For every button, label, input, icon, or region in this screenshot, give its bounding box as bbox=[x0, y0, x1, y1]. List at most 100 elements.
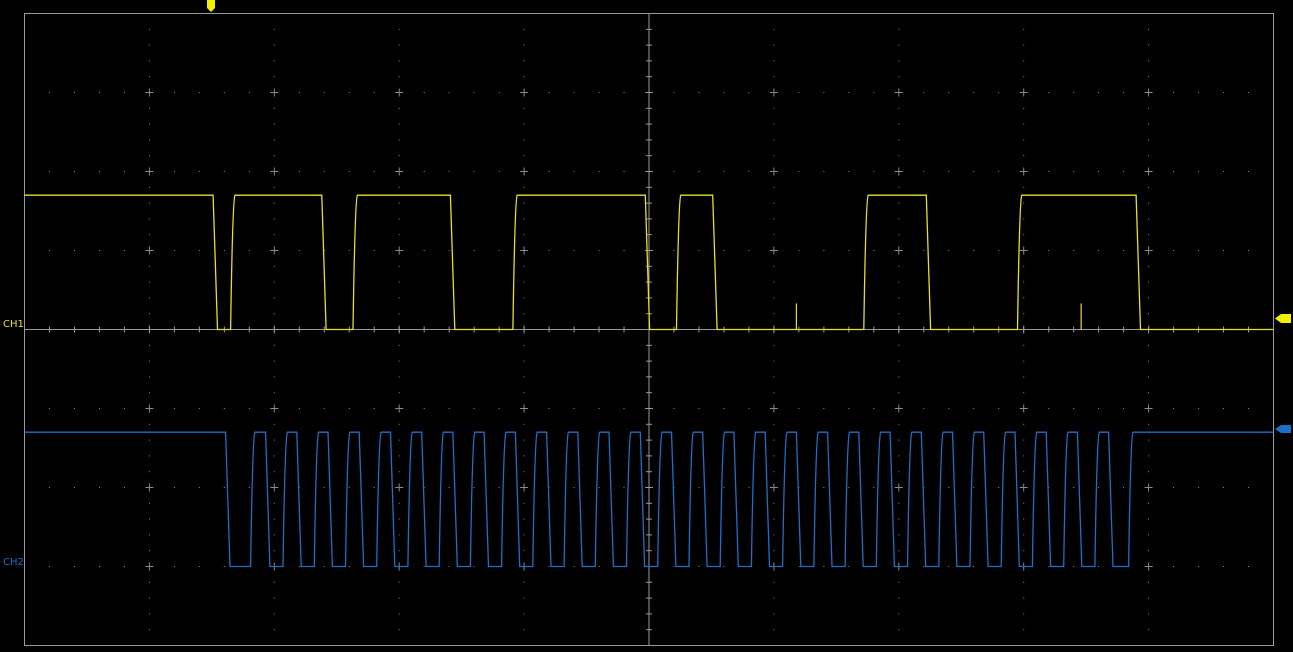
grid-dot bbox=[823, 566, 825, 567]
grid-dot bbox=[398, 581, 400, 583]
grid-dot bbox=[1148, 471, 1150, 473]
grid-dot bbox=[773, 60, 775, 62]
grid-dot bbox=[873, 250, 875, 251]
grid-dot bbox=[823, 487, 825, 488]
grid-dot bbox=[898, 534, 900, 536]
grid-dot bbox=[473, 566, 475, 567]
grid-dot bbox=[398, 76, 400, 78]
grid-dot bbox=[1023, 344, 1025, 346]
grid-dot bbox=[448, 487, 450, 488]
grid-dot bbox=[523, 392, 525, 394]
grid-dot bbox=[523, 313, 525, 315]
grid-dot bbox=[148, 265, 150, 267]
grid-dot bbox=[773, 218, 775, 220]
grid-dot bbox=[373, 92, 375, 93]
grid-dot bbox=[898, 186, 900, 188]
grid-dot bbox=[973, 408, 975, 409]
grid-dot bbox=[48, 250, 50, 251]
grid-dot bbox=[398, 44, 400, 46]
grid-dot bbox=[898, 471, 900, 473]
grid-dot bbox=[898, 218, 900, 220]
grid-dot bbox=[773, 344, 775, 346]
grid-dot bbox=[148, 123, 150, 125]
grid-dot bbox=[523, 502, 525, 504]
grid-dot bbox=[1148, 360, 1150, 362]
grid-dot bbox=[523, 597, 525, 599]
grid-dot bbox=[73, 487, 75, 488]
grid-dot bbox=[198, 92, 200, 93]
grid-dot bbox=[498, 250, 500, 251]
grid-dot bbox=[273, 139, 275, 141]
grid-dot bbox=[923, 566, 925, 567]
grid-dot bbox=[598, 408, 600, 409]
grid-dot bbox=[598, 566, 600, 567]
grid-dot bbox=[998, 250, 1000, 251]
grid-dot bbox=[1148, 534, 1150, 536]
grid-dot bbox=[248, 250, 250, 251]
grid-dot bbox=[373, 171, 375, 172]
grid-dot bbox=[198, 171, 200, 172]
grid-dot bbox=[223, 566, 225, 567]
grid-dot bbox=[1073, 408, 1075, 409]
grid-dot bbox=[898, 281, 900, 283]
grid-dot bbox=[898, 629, 900, 631]
grid-dot bbox=[398, 502, 400, 504]
grid-dot bbox=[998, 408, 1000, 409]
grid-dot bbox=[348, 408, 350, 409]
grid-dot bbox=[173, 566, 175, 567]
grid-dot bbox=[973, 566, 975, 567]
grid-dot bbox=[1223, 566, 1225, 567]
grid-dot bbox=[173, 250, 175, 251]
grid-dot bbox=[148, 202, 150, 204]
grid-dot bbox=[623, 250, 625, 251]
grid-dot bbox=[748, 487, 750, 488]
grid-dot bbox=[948, 171, 950, 172]
grid-dot bbox=[398, 613, 400, 615]
grid-dot bbox=[698, 171, 700, 172]
grid-dot bbox=[1248, 408, 1250, 409]
grid-dot bbox=[898, 455, 900, 457]
grid-dot bbox=[773, 202, 775, 204]
grid-dot bbox=[673, 92, 675, 93]
grid-dot bbox=[898, 155, 900, 157]
grid-dot bbox=[523, 123, 525, 125]
grid-dot bbox=[398, 265, 400, 267]
grid-dot bbox=[1023, 455, 1025, 457]
grid-dot bbox=[348, 250, 350, 251]
grid-dot bbox=[273, 360, 275, 362]
grid-dot bbox=[773, 613, 775, 615]
grid-dot bbox=[523, 139, 525, 141]
grid-dot bbox=[1023, 471, 1025, 473]
grid-dot bbox=[148, 155, 150, 157]
grid-dot bbox=[1148, 44, 1150, 46]
grid-dot bbox=[598, 250, 600, 251]
grid-dot bbox=[223, 487, 225, 488]
grid-dot bbox=[748, 408, 750, 409]
grid-dot bbox=[848, 171, 850, 172]
grid-dot bbox=[423, 566, 425, 567]
grid-dot bbox=[1023, 581, 1025, 583]
grid-dot bbox=[898, 139, 900, 141]
grid-dot bbox=[1023, 107, 1025, 109]
grid-dot bbox=[273, 471, 275, 473]
grid-dot bbox=[1023, 202, 1025, 204]
grid-dot bbox=[773, 28, 775, 30]
grid-dot bbox=[398, 123, 400, 125]
grid-dot bbox=[1148, 76, 1150, 78]
grid-dot bbox=[1048, 566, 1050, 567]
grid-dot bbox=[273, 344, 275, 346]
grid-dot bbox=[523, 281, 525, 283]
grid-dot bbox=[448, 250, 450, 251]
grid-dot bbox=[98, 487, 100, 488]
grid-dot bbox=[1148, 518, 1150, 520]
grid-dot bbox=[1148, 581, 1150, 583]
grid-dot bbox=[1023, 155, 1025, 157]
grid-dot bbox=[1173, 408, 1175, 409]
grid-dot bbox=[1248, 566, 1250, 567]
grid-dot bbox=[773, 44, 775, 46]
grid-dot bbox=[898, 502, 900, 504]
grid-dot bbox=[898, 597, 900, 599]
grid-dot bbox=[898, 613, 900, 615]
grid-dot bbox=[748, 92, 750, 93]
grid-dot bbox=[1098, 487, 1100, 488]
